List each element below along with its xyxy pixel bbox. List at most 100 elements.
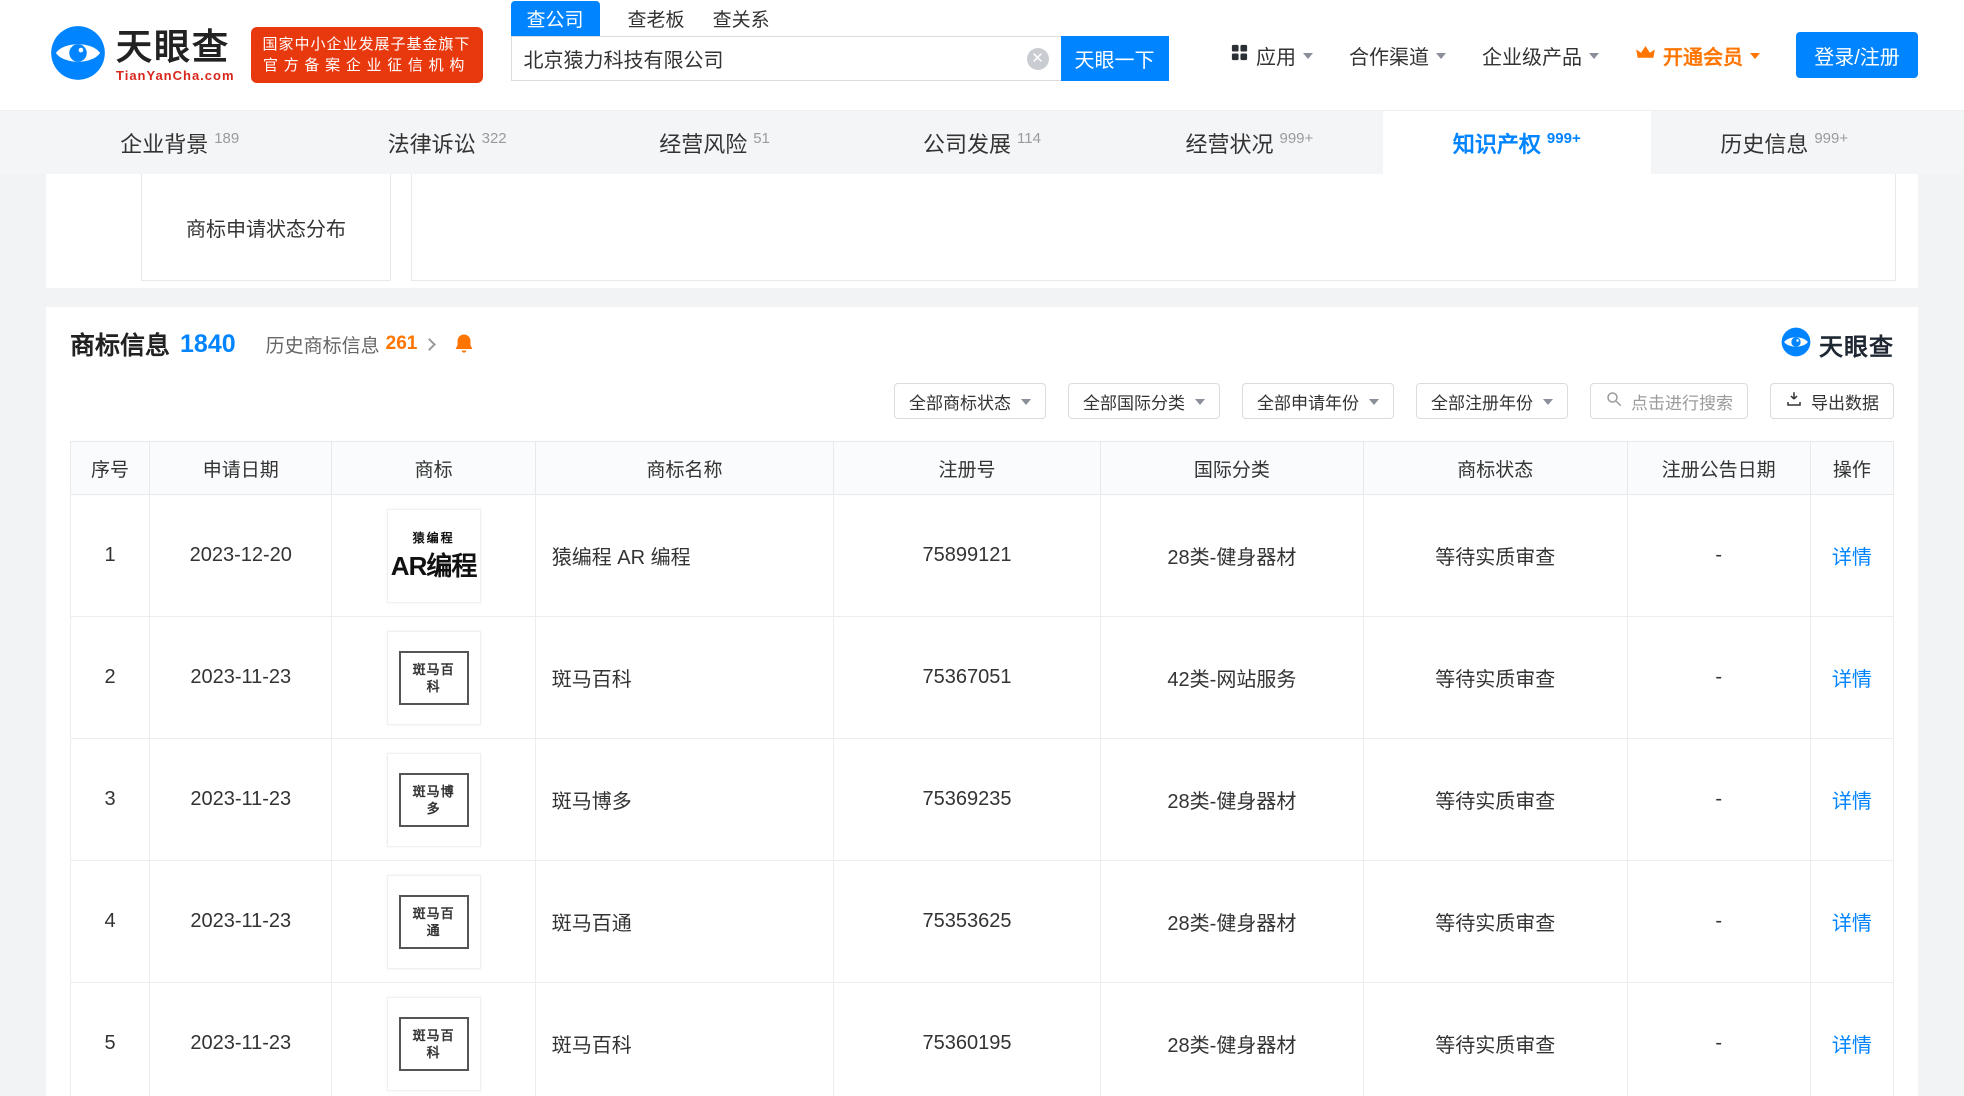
trademark-image[interactable]: 斑马百科 [386, 996, 481, 1091]
tab-company-development[interactable]: 公司发展 114 [848, 111, 1115, 174]
search-icon [1605, 390, 1623, 413]
cell-intl-class: 28类-健身器材 [1099, 860, 1365, 983]
nav-vip-label: 开通会员 [1663, 46, 1743, 69]
cell-registration-no: 75899121 [833, 494, 1101, 617]
cell-apply-date: 2023-11-23 [149, 616, 333, 739]
tab-intellectual-property[interactable]: 知识产权 999+ [1383, 111, 1651, 174]
download-icon [1785, 390, 1803, 413]
cell-intl-class: 28类-健身器材 [1099, 494, 1365, 617]
cell-intl-class: 28类-健身器材 [1099, 982, 1365, 1096]
history-trademark-count: 261 [385, 333, 418, 354]
col-registration-no: 注册号 [833, 441, 1101, 495]
company-search-input[interactable] [523, 47, 1027, 70]
clear-search-icon[interactable]: ✕ [1026, 47, 1049, 70]
search-tab-company[interactable]: 查公司 [510, 1, 600, 36]
detail-link[interactable]: 详情 [1832, 791, 1872, 813]
company-section-tabs: 企业背景 189 法律诉讼 322 经营风险 51 公司发展 114 经营状况 999+ … [0, 110, 1964, 174]
bell-icon[interactable] [452, 332, 476, 356]
nav-item-partners[interactable]: 合作渠道 [1349, 41, 1446, 70]
tab-count: 114 [1017, 130, 1041, 147]
chart-label: 商标申请状态分布 [186, 218, 346, 241]
cell-apply-date: 2023-12-20 [149, 494, 333, 617]
search-submit-button[interactable]: 天眼一下 [1060, 36, 1169, 81]
search-tab-boss[interactable]: 查老板 [628, 1, 685, 36]
col-status: 商标状态 [1363, 441, 1628, 495]
cell-publish-date: - [1626, 860, 1811, 983]
tab-operation-status[interactable]: 经营状况 999+ [1116, 111, 1383, 174]
tab-count: 999+ [1546, 130, 1581, 147]
search-tab-relation[interactable]: 查关系 [713, 1, 770, 36]
col-intl-class: 国际分类 [1099, 441, 1365, 495]
col-action: 操作 [1809, 441, 1895, 495]
cell-publish-date: - [1626, 616, 1811, 739]
nav-partners-label: 合作渠道 [1349, 46, 1429, 69]
table-row: 5 2023-11-23 斑马百科 斑马百科 75360195 28类-健身器材… [69, 982, 1895, 1096]
detail-link[interactable]: 详情 [1832, 913, 1872, 935]
cell-trademark: 斑马百科 [331, 982, 536, 1096]
col-publish-date: 注册公告日期 [1626, 441, 1811, 495]
trademark-image[interactable]: 斑马博多 [386, 752, 481, 847]
search-tabs: 查公司 查老板 查关系 [510, 1, 1169, 36]
tab-history-info[interactable]: 历史信息 999+ [1651, 111, 1918, 174]
cell-publish-date: - [1626, 738, 1811, 861]
detail-link[interactable]: 详情 [1832, 669, 1872, 691]
detail-link[interactable]: 详情 [1832, 547, 1872, 569]
tab-count: 51 [753, 130, 770, 147]
cell-serial: 5 [69, 982, 151, 1096]
page: 天眼查 TianYanCha.com 国家中小企业发展子基金旗下 官方备案企业征… [0, 0, 1964, 1096]
table-row: 1 2023-12-20 猿编程 AR编程 猿编程 AR 编程 75899121… [69, 494, 1895, 617]
trademark-info-card: 商标信息 1840 历史商标信息 261 天眼查 全部商标状态 全部国际分类 全… [46, 307, 1918, 1096]
table-search-box[interactable]: 点击进行搜索 [1590, 383, 1748, 419]
cell-trademark-name: 斑马博多 [534, 738, 835, 861]
logo-text: 天眼查 [116, 25, 231, 67]
cell-intl-class: 42类-网站服务 [1099, 616, 1365, 739]
filter-register-year[interactable]: 全部注册年份 [1416, 383, 1568, 419]
nav-item-apps[interactable]: 应用 [1230, 41, 1313, 70]
nav-item-enterprise-products[interactable]: 企业级产品 [1482, 41, 1599, 70]
cell-trademark: 斑马博多 [331, 738, 536, 861]
chevron-down-icon [1543, 399, 1553, 405]
badge-line1: 国家中小企业发展子基金旗下 [262, 36, 471, 53]
chart-plot-area [411, 174, 1896, 281]
cell-status: 等待实质审查 [1363, 616, 1628, 739]
cell-status: 等待实质审查 [1363, 982, 1628, 1096]
cell-trademark: 斑马百通 [331, 860, 536, 983]
cell-action: 详情 [1809, 982, 1895, 1096]
tab-count: 189 [214, 130, 240, 147]
cell-trademark-name: 斑马百科 [534, 982, 835, 1096]
table-row: 3 2023-11-23 斑马博多 斑马博多 75369235 28类-健身器材… [69, 738, 1895, 861]
detail-link[interactable]: 详情 [1832, 1035, 1872, 1057]
cell-trademark: 猿编程 AR编程 [331, 494, 536, 617]
trademark-table: 序号 申请日期 商标 商标名称 注册号 国际分类 商标状态 注册公告日期 操作 … [69, 441, 1895, 1096]
filter-trademark-status[interactable]: 全部商标状态 [894, 383, 1046, 419]
tab-legal-litigation[interactable]: 法律诉讼 322 [313, 111, 580, 174]
tab-count: 999+ [1814, 130, 1849, 147]
cell-trademark: 斑马百科 [331, 616, 536, 739]
filter-intl-class[interactable]: 全部国际分类 [1068, 383, 1220, 419]
trademark-image[interactable]: 斑马百通 [386, 874, 481, 969]
search-block: 查公司 查老板 查关系 ✕ 天眼一下 [510, 1, 1169, 81]
export-data-button[interactable]: 导出数据 [1770, 383, 1894, 419]
login-register-button[interactable]: 登录/注册 [1796, 32, 1918, 78]
col-serial: 序号 [69, 441, 151, 495]
cell-status: 等待实质审查 [1363, 860, 1628, 983]
search-input-wrap: ✕ [510, 36, 1061, 81]
nav-item-vip[interactable]: 开通会员 [1635, 41, 1760, 70]
tab-operation-risk[interactable]: 经营风险 51 [581, 111, 848, 174]
cell-serial: 3 [69, 738, 151, 861]
tab-company-background[interactable]: 企业背景 189 [46, 111, 313, 174]
chevron-down-icon [1303, 53, 1313, 59]
trademark-image[interactable]: 斑马百科 [386, 630, 481, 725]
nav-apps-label: 应用 [1256, 46, 1296, 69]
cell-action: 详情 [1809, 494, 1895, 617]
tab-count: 999+ [1279, 130, 1314, 147]
brand-logo[interactable]: 天眼查 TianYanCha.com [50, 25, 235, 86]
chevron-right-icon[interactable] [423, 337, 437, 351]
filter-bar: 全部商标状态 全部国际分类 全部申请年份 全部注册年份 点击进行搜索 导出数据 [70, 383, 1894, 419]
trademark-image[interactable]: 猿编程 AR编程 [386, 508, 481, 603]
cell-trademark-name: 斑马百科 [534, 616, 835, 739]
history-trademark-link[interactable]: 历史商标信息 [266, 331, 380, 358]
trademark-section-header: 商标信息 1840 历史商标信息 261 天眼查 [70, 327, 1894, 361]
filter-apply-year[interactable]: 全部申请年份 [1242, 383, 1394, 419]
cell-publish-date: - [1626, 494, 1811, 617]
